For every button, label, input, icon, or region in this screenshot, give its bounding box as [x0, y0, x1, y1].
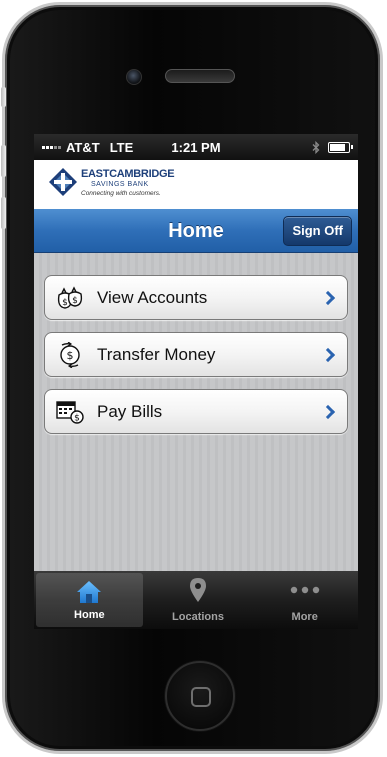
front-camera — [126, 69, 142, 85]
tab-bar: Home Locations More — [34, 571, 358, 629]
bank-header: EASTCAMBRIDGE SAVINGS BANK Connecting wi… — [34, 160, 358, 209]
silent-switch — [1, 87, 6, 107]
transfer-money-button[interactable]: $ Transfer Money — [44, 332, 348, 377]
signal-strength-icon — [42, 145, 61, 149]
calendar-dollar-icon: $ — [56, 401, 84, 424]
tab-more[interactable]: More — [251, 571, 358, 629]
svg-text:$: $ — [72, 296, 78, 306]
house-icon — [77, 581, 102, 603]
volume-down-button — [1, 197, 6, 229]
transfer-icon: $ — [60, 342, 80, 368]
volume-up-button — [1, 145, 6, 177]
pay-bills-label: Pay Bills — [97, 402, 163, 421]
tab-locations[interactable]: Locations — [145, 571, 252, 629]
network-label: LTE — [109, 139, 134, 155]
bank-tagline: Connecting with customers. — [81, 190, 161, 197]
money-bags-icon: $ $ — [57, 286, 83, 309]
view-accounts-label: View Accounts — [97, 288, 208, 307]
svg-text:$: $ — [62, 298, 68, 308]
tab-home-label: Home — [74, 609, 105, 621]
transfer-money-label: Transfer Money — [97, 345, 216, 364]
sign-off-button[interactable]: Sign Off — [283, 216, 352, 246]
tab-locations-label: Locations — [172, 611, 224, 623]
hardware-home-button[interactable] — [165, 661, 235, 731]
svg-text:$: $ — [67, 349, 74, 362]
status-bar: AT&T LTE 1:21 PM — [34, 134, 358, 160]
battery-icon — [328, 141, 353, 153]
bank-name-line2: SAVINGS BANK — [91, 181, 149, 188]
tab-more-label: More — [291, 611, 318, 623]
earpiece-speaker — [165, 69, 235, 83]
app-screen: AT&T LTE 1:21 PM EASTCAMBRIDGE SAVINGS B… — [34, 134, 358, 629]
more-dots-icon — [290, 586, 319, 594]
main-menu: $ $ View Accounts $ Transfer Money $ Pay… — [34, 253, 358, 571]
chevron-right-icon — [320, 290, 336, 306]
bank-name-line1: EASTCAMBRIDGE — [81, 168, 175, 180]
carrier-label: AT&T — [66, 139, 100, 155]
tab-home[interactable]: Home — [36, 573, 143, 627]
view-accounts-button[interactable]: $ $ View Accounts — [44, 275, 348, 320]
bank-logo-text: EASTCAMBRIDGE SAVINGS BANK Connecting wi… — [81, 168, 175, 198]
chevron-right-icon — [320, 347, 336, 363]
bank-logo-icon — [49, 168, 77, 196]
location-pin-icon — [190, 578, 206, 602]
bluetooth-icon — [312, 140, 320, 154]
chevron-right-icon — [320, 404, 336, 420]
pay-bills-button[interactable]: $ Pay Bills — [44, 389, 348, 434]
navigation-bar: Home Sign Off — [34, 209, 358, 253]
svg-text:$: $ — [74, 414, 80, 424]
